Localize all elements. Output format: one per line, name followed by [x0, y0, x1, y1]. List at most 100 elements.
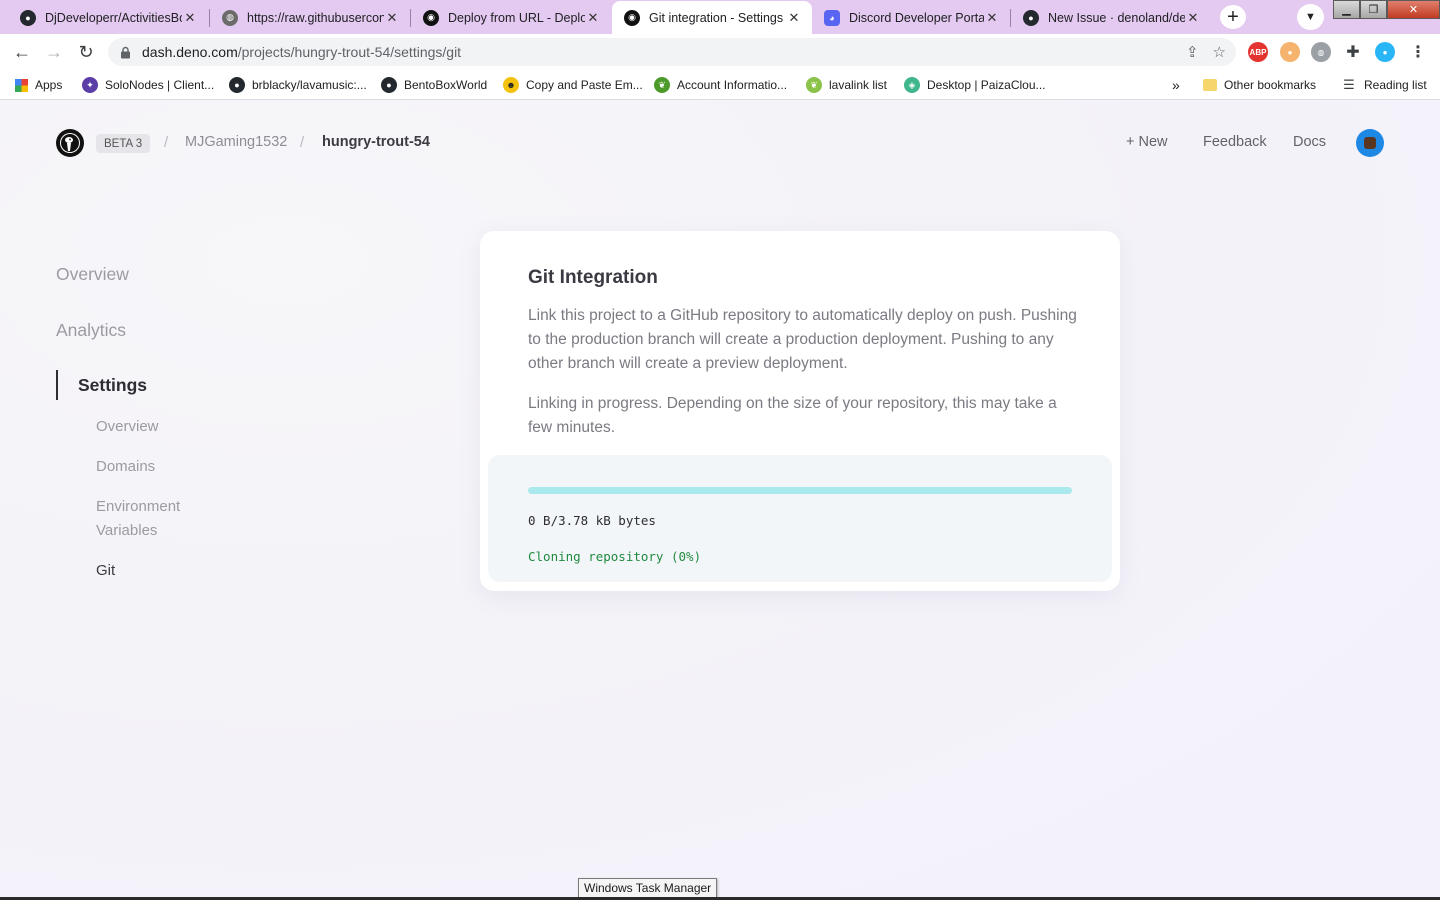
close-icon[interactable]: ✕	[384, 10, 400, 26]
deno-icon: ◉	[624, 9, 640, 26]
bookmark-item[interactable]: ❦ lavalink list	[806, 76, 887, 94]
breadcrumb-separator: /	[300, 134, 305, 151]
globe-icon[interactable]: ◍	[1311, 42, 1331, 62]
bookmark-item[interactable]: ● BentoBoxWorld	[381, 76, 487, 94]
bookmark-label: Account Informatio...	[677, 78, 788, 92]
new-tab-button[interactable]: +	[1220, 5, 1246, 29]
solonodes-icon: ✦	[82, 77, 98, 93]
feedback-link[interactable]: Feedback	[1203, 134, 1267, 150]
bookmarks-overflow-button[interactable]: »	[1172, 76, 1180, 94]
sidebar-item-analytics[interactable]: Analytics	[56, 320, 126, 341]
progress-bar-fill	[528, 487, 1072, 494]
bookmark-item[interactable]: ❦ Account Informatio...	[654, 76, 787, 94]
sidebar-item-settings[interactable]: Settings	[56, 370, 147, 400]
cube-icon: ◈	[904, 77, 920, 93]
leaf-icon: ❦	[654, 77, 670, 93]
breadcrumb-project[interactable]: hungry-trout-54	[322, 134, 430, 150]
breadcrumb-separator: /	[164, 134, 169, 151]
tab-title: Discord Developer Portal	[849, 10, 984, 25]
sidebar-item-overview[interactable]: Overview	[56, 264, 129, 285]
leaf-icon: ❦	[806, 77, 822, 93]
bookmark-item[interactable]: ✦ SoloNodes | Client...	[82, 76, 214, 94]
chevron-down-icon: ▼	[1305, 11, 1316, 23]
close-icon[interactable]: ✕	[786, 10, 802, 26]
arrow-right-icon: →	[45, 41, 63, 62]
minimize-button[interactable]: ▁	[1333, 0, 1360, 19]
browser-tab[interactable]: ● New Issue · denoland/der ✕	[1011, 1, 1211, 34]
profile-icon[interactable]: ●	[1375, 42, 1395, 62]
browser-tab[interactable]: ● DjDeveloperr/ActivitiesBo ✕	[8, 1, 208, 34]
subnav-item-overview[interactable]: Overview	[96, 415, 159, 439]
subnav-item-environment-variables[interactable]: Environment Variables	[96, 495, 206, 543]
card-description: Link this project to a GitHub repository…	[528, 307, 1077, 372]
reading-list-icon: ☰	[1343, 77, 1355, 92]
reload-button[interactable]: ↻	[74, 40, 98, 64]
subnav-item-git[interactable]: Git	[96, 559, 115, 583]
git-integration-card: Git Integration Link this project to a G…	[480, 231, 1120, 591]
breadcrumb-user[interactable]: MJGaming1532	[185, 134, 287, 150]
bookmark-label: SoloNodes | Client...	[105, 78, 215, 92]
tab-search-button[interactable]: ▼	[1297, 4, 1324, 30]
docs-link[interactable]: Docs	[1293, 134, 1326, 150]
browser-tab-active[interactable]: ◉ Git integration - Settings ✕	[612, 1, 812, 34]
bookmark-label: Apps	[35, 78, 63, 92]
github-icon: ●	[1023, 9, 1039, 26]
bookmark-label: lavalink list	[829, 78, 888, 92]
deno-logo-icon[interactable]	[56, 129, 84, 157]
plus-icon: +	[1227, 5, 1239, 28]
share-icon[interactable]: ⇪	[1186, 43, 1199, 61]
discord-icon: ◕	[824, 9, 840, 26]
beta-badge: BETA 3	[96, 134, 151, 153]
close-icon[interactable]: ✕	[1185, 10, 1201, 26]
bookmark-label: BentoBoxWorld	[404, 78, 488, 92]
arrow-left-icon: ←	[13, 41, 31, 62]
close-icon[interactable]: ✕	[182, 10, 198, 26]
browser-tab[interactable]: ◍ https://raw.githubusercon ✕	[210, 1, 410, 34]
avatar[interactable]	[1356, 129, 1384, 157]
reading-list-button[interactable]: ☰ Reading list	[1341, 76, 1427, 94]
browser-toolbar: ← → ↻ dash.deno.com/projects/hungry-trou…	[0, 34, 1440, 70]
github-icon: ●	[20, 9, 36, 26]
card-title: Git Integration	[528, 267, 658, 288]
apps-grid-icon	[15, 78, 28, 92]
browser-tab[interactable]: ◕ Discord Developer Portal ✕	[812, 1, 1010, 34]
github-icon: ●	[229, 77, 245, 93]
close-window-button[interactable]: ✕	[1387, 0, 1440, 19]
browser-tab[interactable]: ◉ Deploy from URL - Deplo ✕	[411, 1, 611, 34]
kebab-menu-icon[interactable]: ⋮	[1408, 42, 1428, 62]
extension-icon[interactable]: ●	[1280, 42, 1300, 62]
bookmark-item[interactable]: ☻ Copy and Paste Em...	[503, 76, 643, 94]
new-button[interactable]: + New	[1126, 134, 1168, 150]
back-button[interactable]: ←	[10, 40, 34, 64]
window-controls: ▁ ❐ ✕	[1333, 0, 1440, 19]
adblock-icon[interactable]: ABP	[1248, 42, 1268, 62]
maximize-button[interactable]: ❐	[1360, 0, 1387, 19]
bookmark-item[interactable]: Apps	[15, 76, 62, 94]
bytes-transferred: 0 B/3.78 kB bytes	[528, 513, 656, 528]
close-icon[interactable]: ✕	[585, 10, 601, 26]
tab-strip: ● DjDeveloperr/ActivitiesBo ✕ ◍ https://…	[0, 0, 1440, 34]
puzzle-icon[interactable]: ✚	[1343, 42, 1363, 62]
bookmark-item[interactable]: ◈ Desktop | PaizaClou...	[904, 76, 1046, 94]
tab-title: https://raw.githubusercon	[247, 10, 384, 25]
forward-button[interactable]: →	[42, 40, 66, 64]
subnav-item-domains[interactable]: Domains	[96, 455, 155, 479]
bookmark-label: Other bookmarks	[1224, 78, 1317, 92]
tab-title: Deploy from URL - Deplo	[448, 10, 585, 25]
close-icon[interactable]: ✕	[984, 10, 1000, 26]
tab-title: Git integration - Settings	[649, 10, 784, 25]
bookmark-label: brblacky/lavamusic:...	[252, 78, 367, 92]
reload-icon: ↻	[78, 41, 94, 62]
bookmark-label: Reading list	[1364, 78, 1427, 92]
tab-title: New Issue · denoland/der	[1048, 10, 1185, 25]
other-bookmarks-folder[interactable]: Other bookmarks	[1203, 76, 1316, 94]
sidebar-item-label: Settings	[78, 374, 148, 395]
address-bar[interactable]: dash.deno.com/projects/hungry-trout-54/s…	[108, 38, 1236, 66]
avatar-image	[1364, 137, 1376, 149]
clone-progress-panel: 0 B/3.78 kB bytes Cloning repository (0%…	[488, 455, 1112, 582]
url-domain: dash.deno.com	[142, 44, 238, 60]
overflow-label: »	[1172, 77, 1180, 93]
star-icon[interactable]: ☆	[1213, 43, 1226, 61]
bookmark-item[interactable]: ● brblacky/lavamusic:...	[229, 76, 367, 94]
globe-icon: ◍	[222, 9, 238, 26]
